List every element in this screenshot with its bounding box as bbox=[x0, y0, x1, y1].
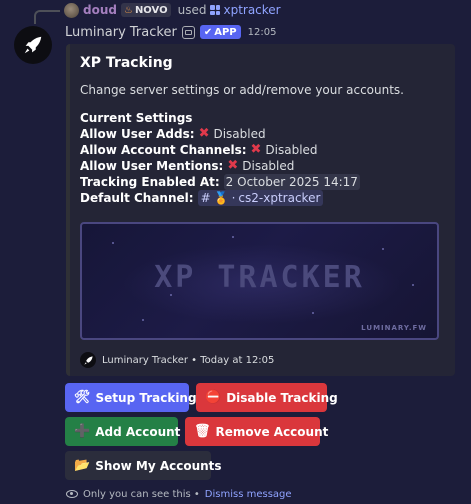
server-tag[interactable]: ♨ NOVO bbox=[120, 3, 171, 17]
add-account-button[interactable]: ➕ Add Account bbox=[65, 417, 181, 446]
setup-tracking-button[interactable]: 🛠 Setup Tracking bbox=[65, 383, 197, 412]
setting-allow-user-mentions: Allow User Mentions: ✖ Disabled bbox=[80, 158, 443, 174]
bot-name[interactable]: Luminary Tracker bbox=[65, 25, 177, 40]
wastebasket-icon: 🗑 bbox=[194, 424, 211, 439]
banner-subtitle: LUMINARY.FW bbox=[361, 324, 427, 332]
embed-banner-image[interactable]: XP TRACKER LUMINARY.FW bbox=[80, 222, 439, 340]
disable-tracking-label: Disable Tracking bbox=[226, 390, 338, 405]
setting-default-channel: Default Channel: # 🏅 · cs2-xptracker bbox=[80, 190, 443, 206]
fire-icon: ♨ bbox=[123, 4, 133, 16]
footer-avatar bbox=[80, 352, 96, 368]
medal-icon: 🏅 bbox=[213, 191, 229, 205]
setting-value: Disabled bbox=[213, 127, 266, 141]
remove-account-button[interactable]: 🗑 Remove Account bbox=[185, 417, 328, 446]
settings-heading: Current Settings bbox=[80, 111, 193, 125]
tracking-timestamp[interactable]: 2 October 2025 14:17 bbox=[223, 174, 360, 190]
banner-star bbox=[312, 312, 314, 314]
reply-context[interactable]: doud ♨ NOVO used xptracker bbox=[64, 2, 281, 18]
rocket-icon bbox=[83, 355, 93, 365]
setting-label: Default Channel: bbox=[80, 191, 194, 205]
cross-mark-icon: ✖ bbox=[227, 158, 239, 173]
server-tag-label: NOVO bbox=[134, 4, 168, 16]
setting-value: Disabled bbox=[265, 143, 318, 157]
setting-label: Allow User Mentions: bbox=[80, 159, 224, 173]
reply-used-text: used bbox=[177, 3, 207, 17]
bot-integration-icon bbox=[181, 25, 195, 39]
banner-star bbox=[112, 242, 114, 244]
add-account-label: Add Account bbox=[95, 424, 181, 439]
bot-avatar[interactable] bbox=[14, 26, 52, 64]
banner-title: XP TRACKER bbox=[154, 260, 365, 295]
setting-allow-account-channels: Allow Account Channels: ✖ Disabled bbox=[80, 142, 443, 158]
message-timestamp[interactable]: 12:05 bbox=[248, 27, 277, 38]
footer-text: Luminary Tracker • Today at 12:05 bbox=[102, 354, 275, 366]
eye-icon bbox=[66, 490, 78, 498]
message-header: Luminary Tracker ✔ APP 12:05 bbox=[65, 23, 276, 41]
folder-icon: 📂 bbox=[74, 458, 91, 473]
reply-connector bbox=[34, 10, 60, 24]
slash-command-icon bbox=[210, 5, 221, 15]
tools-icon: 🛠 bbox=[74, 390, 91, 405]
no-entry-icon: ⛔ bbox=[205, 390, 222, 405]
show-my-accounts-label: Show My Accounts bbox=[95, 458, 222, 473]
setting-label: Allow User Adds: bbox=[80, 127, 195, 141]
rocket-icon bbox=[24, 36, 42, 54]
setting-value: Disabled bbox=[242, 159, 295, 173]
dismiss-message-link[interactable]: Dismiss message bbox=[205, 489, 292, 500]
show-my-accounts-button[interactable]: 📂 Show My Accounts bbox=[65, 451, 222, 480]
plus-icon: ➕ bbox=[74, 424, 91, 439]
hash-icon: # bbox=[200, 191, 211, 205]
ephemeral-notice: Only you can see this • Dismiss message bbox=[66, 487, 292, 501]
channel-separator-icon: · bbox=[231, 191, 236, 205]
banner-star bbox=[142, 319, 144, 321]
remove-account-label: Remove Account bbox=[215, 424, 329, 439]
setup-tracking-label: Setup Tracking bbox=[95, 390, 197, 405]
reply-user-avatar[interactable] bbox=[64, 2, 79, 18]
cross-mark-icon: ✖ bbox=[250, 142, 262, 157]
reply-username[interactable]: doud bbox=[83, 3, 117, 17]
embed-footer: Luminary Tracker • Today at 12:05 bbox=[80, 352, 443, 368]
setting-allow-user-adds: Allow User Adds: ✖ Disabled bbox=[80, 126, 443, 142]
banner-star bbox=[232, 236, 234, 238]
embed-card: XP Tracking Change server settings or ad… bbox=[66, 44, 455, 376]
embed-description: Change server settings or add/remove you… bbox=[80, 83, 404, 97]
banner-star bbox=[382, 248, 384, 250]
channel-name: cs2-xptracker bbox=[238, 191, 321, 205]
app-badge: ✔ APP bbox=[199, 25, 241, 39]
embed-title: XP Tracking bbox=[80, 55, 173, 71]
ephemeral-text: Only you can see this • bbox=[83, 488, 200, 500]
setting-label: Tracking Enabled At: bbox=[80, 175, 220, 189]
disable-tracking-button[interactable]: ⛔ Disable Tracking bbox=[196, 383, 338, 412]
setting-tracking-enabled-at: Tracking Enabled At: 2 October 2025 14:1… bbox=[80, 174, 443, 190]
check-icon: ✔ bbox=[203, 26, 213, 38]
command-mention[interactable]: xptracker bbox=[210, 3, 281, 17]
command-name: xptracker bbox=[223, 3, 281, 17]
channel-mention[interactable]: # 🏅 · cs2-xptracker bbox=[197, 190, 324, 206]
cross-mark-icon: ✖ bbox=[198, 126, 210, 141]
app-badge-label: APP bbox=[214, 26, 237, 38]
setting-label: Allow Account Channels: bbox=[80, 143, 247, 157]
